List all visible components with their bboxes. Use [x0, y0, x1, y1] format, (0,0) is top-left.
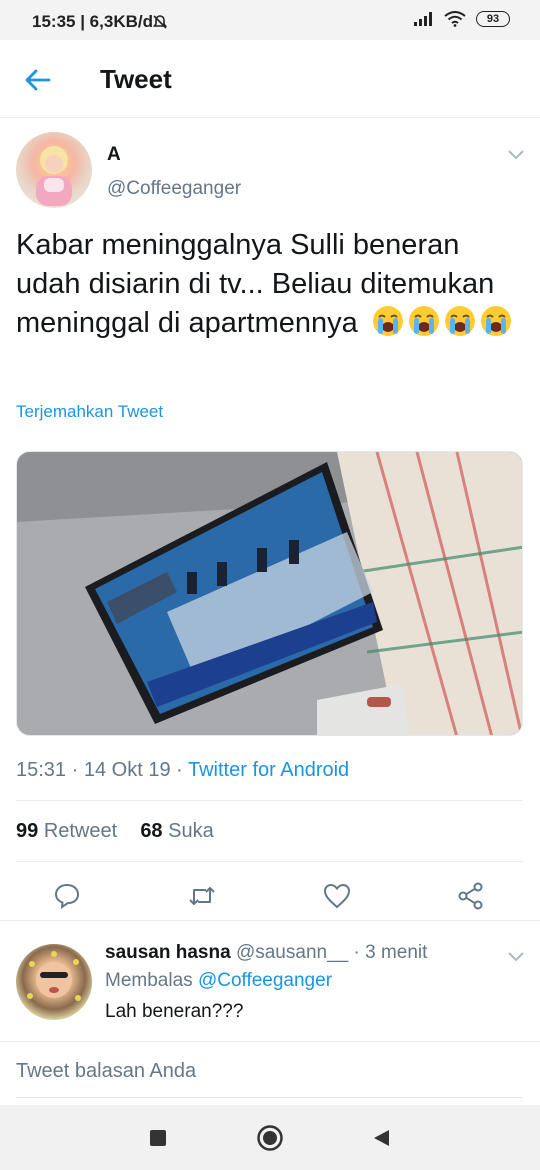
- chevron-down-icon: [508, 150, 524, 160]
- divider: [16, 861, 523, 862]
- retweet-label: Retweet: [43, 820, 118, 842]
- square-icon: [150, 1130, 166, 1146]
- status-time: 15:35 | 6,3KB/d: [32, 12, 153, 31]
- meta-separator: ·: [71, 759, 84, 781]
- author-avatar[interactable]: [16, 132, 92, 208]
- loudly-crying-face-icon: [444, 305, 476, 337]
- like-button[interactable]: [319, 878, 355, 914]
- author-handle[interactable]: @Coffeeganger: [107, 178, 241, 200]
- page-title: Tweet: [100, 64, 172, 94]
- wifi-icon: [444, 11, 466, 27]
- divider: [0, 920, 540, 921]
- back-button[interactable]: [20, 62, 56, 98]
- composer-underline: [16, 1097, 523, 1098]
- system-nav-bar: [0, 1105, 540, 1170]
- translate-tweet-link[interactable]: Terjemahkan Tweet: [16, 402, 163, 422]
- likes-count-link[interactable]: 68 Suka: [140, 820, 213, 842]
- recents-button[interactable]: [141, 1121, 175, 1155]
- share-icon: [458, 882, 483, 910]
- reply-options-button[interactable]: [505, 946, 527, 968]
- retweets-count-link[interactable]: 99 Retweet: [16, 820, 117, 842]
- app-bar: Tweet: [0, 40, 540, 118]
- arrow-left-icon: [25, 69, 51, 91]
- notifications-off-icon: [152, 15, 168, 29]
- tweet-timestamp: 15:31 · 14 Okt 19 · Twitter for Android: [16, 759, 349, 782]
- retweet-count: 99: [16, 820, 39, 842]
- engagement-counts: 99 Retweet 68 Suka: [16, 820, 214, 843]
- tv-broadcast-photo: [17, 452, 522, 735]
- loudly-crying-face-icon: [408, 305, 440, 337]
- back-nav-button[interactable]: [364, 1121, 398, 1155]
- replying-prefix: Membalas: [105, 970, 193, 991]
- chevron-down-icon: [508, 952, 524, 962]
- reply-composer: [0, 1041, 540, 1105]
- like-count: 68: [140, 820, 163, 842]
- tweet-options-button[interactable]: [505, 144, 527, 166]
- avatar-photo: [27, 951, 81, 1001]
- tweet-date: 14 Okt 19: [83, 759, 171, 781]
- loudly-crying-face-icon: [372, 305, 404, 337]
- replying-to-handle-link[interactable]: @Coffeeganger: [198, 970, 332, 991]
- divider: [16, 800, 523, 801]
- replying-to: Membalas @Coffeeganger: [105, 970, 332, 992]
- status-indicators: 93: [414, 11, 510, 27]
- reply-author-avatar[interactable]: [16, 944, 92, 1020]
- reply-author-name[interactable]: sausan hasna: [105, 942, 231, 963]
- home-button[interactable]: [253, 1121, 287, 1155]
- heart-icon: [323, 883, 351, 909]
- reply-text: Lah beneran???: [105, 1001, 244, 1022]
- tweet-source-link[interactable]: Twitter for Android: [188, 759, 349, 781]
- reply-icon: [54, 883, 80, 910]
- reply-input[interactable]: [16, 1060, 516, 1083]
- reply-author-handle[interactable]: @sausann__: [236, 942, 348, 963]
- meta-separator: ·: [353, 942, 360, 963]
- reply-age: 3 menit: [365, 942, 428, 963]
- like-label: Suka: [168, 820, 214, 842]
- tweet-time: 15:31: [16, 759, 67, 781]
- retweet-button[interactable]: [184, 878, 220, 914]
- tweet-photo[interactable]: [16, 451, 523, 736]
- reply-button[interactable]: [49, 878, 85, 914]
- status-bar: 15:35 | 6,3KB/d 93: [0, 0, 540, 40]
- meta-separator: ·: [176, 759, 188, 781]
- tweet-actions: [0, 872, 540, 920]
- triangle-back-icon: [374, 1130, 389, 1146]
- circle-home-icon: [257, 1125, 283, 1151]
- retweet-icon: [189, 887, 215, 905]
- battery-icon: 93: [476, 11, 510, 27]
- loudly-crying-face-icon: [480, 305, 512, 337]
- avatar-photo: [36, 146, 72, 206]
- author-name[interactable]: A: [107, 144, 121, 166]
- share-button[interactable]: [453, 878, 489, 914]
- tweet-text: Kabar meninggalnya Sulli beneran udah di…: [16, 226, 528, 343]
- signal-icon: [414, 12, 432, 26]
- reply-header: sausan hasna @sausann__ · 3 menit: [105, 942, 427, 964]
